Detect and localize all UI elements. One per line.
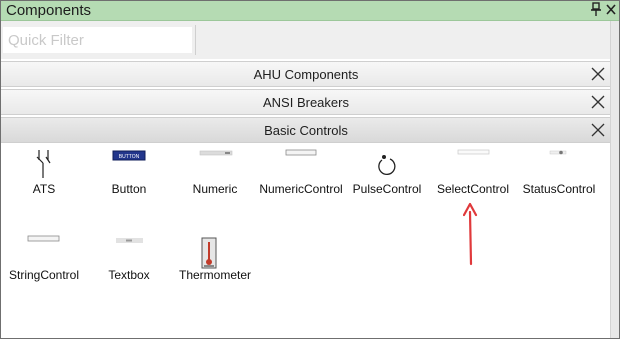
string-control-preview-icon: [27, 235, 60, 242]
group-label: Basic Controls: [264, 123, 348, 138]
group-header-basic-controls[interactable]: Basic Controls: [1, 117, 611, 143]
control-label: Thermometer: [178, 268, 252, 282]
button-preview-icon: BUTTON: [112, 150, 146, 161]
status-control-preview-icon: [549, 150, 567, 155]
svg-text:BUTTON: BUTTON: [119, 154, 140, 160]
ats-icon: [36, 150, 51, 178]
close-icon[interactable]: [591, 123, 605, 137]
control-tile-numericcontrol[interactable]: NumericControl: [258, 146, 344, 224]
thermometer-icon: [201, 237, 217, 269]
textbox-preview-icon: [116, 238, 143, 243]
pin-icon[interactable]: [590, 2, 603, 17]
panel-title: Components: [6, 2, 92, 19]
group-header-ansi-breakers[interactable]: ANSI Breakers: [1, 89, 611, 115]
filter-separator: [195, 25, 196, 55]
control-tile-button[interactable]: BUTTON Button: [86, 146, 172, 224]
control-tile-ats[interactable]: ATS: [1, 146, 87, 224]
close-icon[interactable]: [591, 95, 605, 109]
group-label: AHU Components: [253, 67, 359, 82]
control-tile-stringcontrol[interactable]: StringControl: [1, 232, 87, 310]
control-tile-pulsecontrol[interactable]: PulseControl: [344, 146, 430, 224]
control-tile-textbox[interactable]: Textbox: [86, 232, 172, 310]
quick-filter-input[interactable]: [3, 27, 192, 53]
panel-title-bar[interactable]: Components: [1, 1, 619, 21]
numeric-preview-icon: [199, 150, 233, 156]
select-control-preview-icon: [457, 149, 490, 155]
vertical-scrollbar[interactable]: [610, 21, 619, 338]
group-label: ANSI Breakers: [263, 95, 349, 110]
pulse-refresh-icon: [378, 155, 396, 175]
control-tile-numeric[interactable]: Numeric: [172, 146, 258, 224]
control-tile-statuscontrol[interactable]: StatusControl: [516, 146, 602, 224]
control-tile-thermometer[interactable]: Thermometer: [172, 232, 258, 310]
group-header-ahu-components[interactable]: AHU Components: [1, 61, 611, 87]
control-label: StatusControl: [522, 182, 596, 196]
annotation-arrow: [463, 202, 478, 266]
numeric-control-preview-icon: [285, 149, 317, 156]
filter-bar: [1, 21, 619, 59]
close-icon[interactable]: [605, 2, 617, 17]
close-icon[interactable]: [591, 67, 605, 81]
components-panel: Components AHU Components ANSI Breakers: [0, 0, 620, 339]
